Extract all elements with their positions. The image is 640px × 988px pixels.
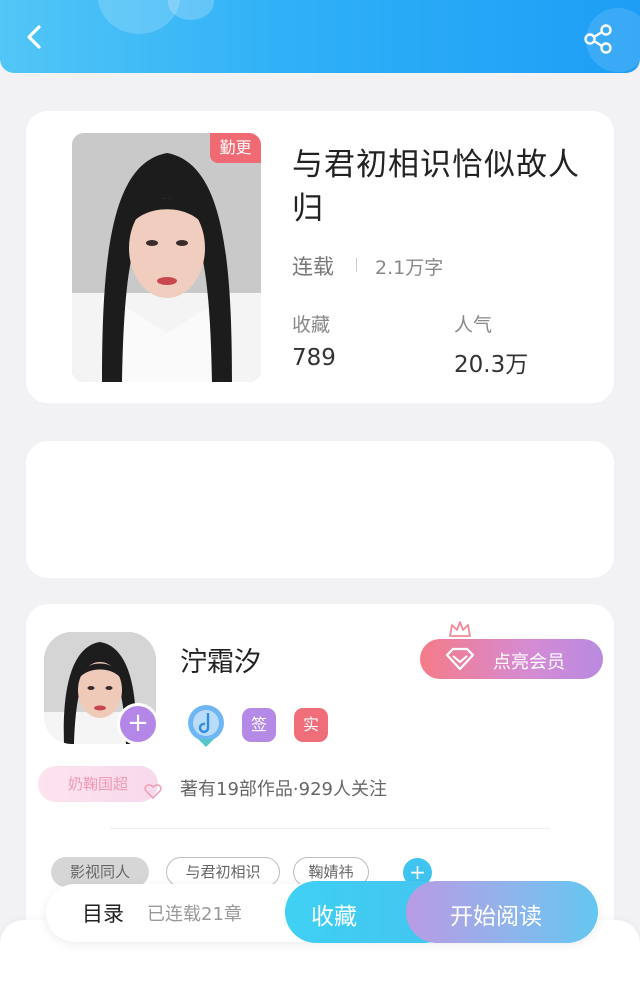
membership-label: 点亮会员 (493, 652, 565, 673)
share-button[interactable] (582, 22, 616, 56)
back-button[interactable] (20, 22, 50, 52)
tag-category[interactable]: 影视同人 (51, 857, 149, 887)
favorites-label: 收藏 (292, 314, 331, 336)
chevron-left-icon (27, 25, 41, 49)
chapter-progress: 已连载21章 (147, 904, 242, 925)
author-name: 泞霜汐 (180, 647, 261, 678)
popularity-count: 20.3万 (454, 352, 529, 378)
start-reading-button[interactable]: 开始阅读 (406, 881, 598, 943)
header-decoration-small (168, 0, 214, 20)
book-cover[interactable] (72, 133, 261, 382)
favorites-count: 789 (292, 345, 336, 371)
start-reading-label: 开始阅读 (450, 904, 542, 930)
music-medal-icon (188, 705, 224, 747)
crown-icon (449, 621, 471, 637)
fan-group-badge[interactable]: 奶鞠国超 (38, 766, 158, 802)
signed-author-badge: 签 (242, 708, 276, 742)
status-divider (356, 258, 357, 272)
cover-illustration (72, 133, 261, 382)
author-works-info: 著有19部作品·929人关注 (180, 779, 387, 800)
favorites-button-label: 收藏 (311, 904, 357, 930)
catalog-label: 目录 (82, 902, 124, 926)
share-icon (584, 24, 612, 54)
follow-author-button[interactable]: + (117, 703, 159, 745)
plus-icon: + (127, 708, 149, 738)
top-app-bar (0, 0, 640, 73)
update-frequency-badge: 勤更 (210, 133, 261, 163)
blank-content-card (26, 441, 614, 578)
popularity-label: 人气 (454, 314, 493, 336)
tag-book-name[interactable]: 与君初相识 (166, 857, 280, 887)
word-count: 2.1万字 (375, 257, 444, 279)
catalog-button[interactable]: 目录 (64, 896, 144, 930)
book-title: 与君初相识恰似故人归 (292, 147, 580, 227)
author-card-divider (110, 828, 550, 829)
heart-icon (144, 784, 162, 799)
verified-author-badge: 实 (294, 708, 328, 742)
diamond-icon (445, 647, 475, 671)
serial-status: 连载 (292, 255, 334, 279)
